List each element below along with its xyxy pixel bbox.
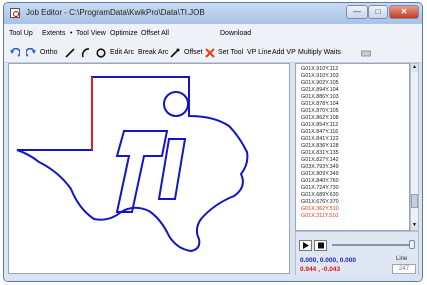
scroll-thumb[interactable] [411,194,418,208]
texas-state-outline [16,76,249,253]
gcode-line[interactable]: G01X.831Y.135 [301,150,339,156]
playback-slider[interactable] [332,244,412,246]
line-label: Line [396,256,408,262]
texas-ti-outline [16,76,249,253]
gcode-line-selected[interactable]: G01X.362Y.510 [301,206,339,212]
maximize-button[interactable]: □ [368,5,388,19]
redo-icon[interactable] [26,48,36,58]
gcode-line[interactable]: G01X.894Y.104 [301,87,339,93]
gcode-line[interactable]: G01X.841Y.122 [301,136,339,142]
gcode-line[interactable]: G01X.862Y.108 [301,115,339,121]
gcode-line[interactable]: G03X.793Y.349 [301,164,339,170]
edit-arc-button[interactable]: Edit Arc [110,49,134,56]
undo-icon[interactable] [10,48,20,58]
gcode-line[interactable]: G01X.840Y.760 [301,178,339,184]
delete-icon[interactable] [205,48,215,58]
set-tool-button[interactable]: Set Tool [218,49,243,56]
job-editor-window: Job Editor - C:\ProgramData\KwikPro\Data… [3,2,423,282]
part-drawing [16,76,249,253]
minimize-button[interactable]: — [346,5,368,19]
scroll-up-icon[interactable]: ▲ [411,64,418,72]
gcode-line[interactable]: G01X.878Y.104 [301,101,339,107]
drawing-canvas[interactable] [8,63,290,274]
edit-toolbar: Ortho Edit Arc Break Arc Offset Set Tool… [4,44,422,63]
title-bar[interactable]: Job Editor - C:\ProgramData\KwikPro\Data… [4,3,422,24]
gcode-line[interactable]: G01X.910Y.112 [301,66,338,72]
line-tool-icon[interactable] [65,48,75,58]
gcode-scrollbar[interactable]: ▲ ▼ [410,63,419,231]
gcode-line[interactable]: G01X.809Y.349 [301,171,339,177]
play-button[interactable] [299,240,312,251]
extents-button[interactable]: Extents [42,30,65,37]
gcode-line[interactable]: G01X.676Y.370 [301,199,339,205]
circle-tool-icon[interactable] [96,48,106,58]
scroll-down-icon[interactable]: ▼ [411,222,418,230]
line-number-field[interactable]: 247 [392,264,416,274]
tool-view-button[interactable]: Tool View [76,30,106,37]
gcode-line[interactable]: G01X.836Y.128 [301,143,339,149]
break-arc-button[interactable]: Break Arc [138,49,168,56]
multiply-waits-button[interactable]: Multiply Waits [298,49,341,56]
window-title: Job Editor - C:\ProgramData\KwikPro\Data… [26,8,205,17]
arc-tool-icon[interactable] [81,48,91,58]
logo-dot [163,91,189,117]
gcode-line[interactable]: G01X.689Y.630 [301,192,339,198]
offset-button[interactable]: Offset [184,49,203,56]
playback-panel: 0.000, 0.000, 0.000 0.944 , -0.043 Line … [295,231,419,279]
vp-line-button[interactable]: VP Line [247,49,271,56]
gcode-line[interactable]: G01X.870Y.105 [301,108,339,114]
position-xyz: 0.000, 0.000, 0.000 [300,257,357,264]
gcode-line[interactable]: G01X.827Y.142 [301,157,339,163]
gcode-line-selected[interactable]: G01X.311Y.510 [301,213,338,219]
tool-up-button[interactable]: Tool Up [9,30,33,37]
app-icon [10,8,20,18]
menu-bar: Tool Up Extents • Tool View Optimize Off… [4,24,422,58]
gcode-line[interactable]: G01X.724Y.730 [301,185,339,191]
optimize-button[interactable]: Optimize [110,30,138,37]
offset-icon[interactable] [170,48,180,58]
waits-icon[interactable] [361,48,371,58]
gcode-line[interactable]: G01X.847Y.116 [301,129,338,135]
add-vp-button[interactable]: Add VP [272,49,296,56]
close-button[interactable]: ✕ [389,5,419,19]
ortho-button[interactable]: Ortho [40,49,58,56]
gcode-line[interactable]: G01X.886Y.103 [301,94,339,100]
gcode-line[interactable]: G01X.902Y.105 [301,80,339,86]
gcode-list[interactable]: G01X.910Y.112 G01X.910Y.103 G01X.902Y.10… [295,63,410,231]
gcode-line[interactable]: G01X.910Y.103 [301,73,339,79]
download-button[interactable]: Download [220,30,251,37]
offset-all-button[interactable]: Offset All [141,30,169,37]
position-offset: 0.944 , -0.043 [300,266,341,273]
tool-view-dropdown-icon[interactable]: • [70,30,72,37]
status-bar [4,275,422,281]
stop-icon [318,242,324,249]
playback-slider-thumb[interactable] [409,240,415,249]
gcode-line[interactable]: G01X.854Y.112 [301,122,338,128]
stop-button[interactable] [314,240,327,251]
play-icon [303,242,309,249]
